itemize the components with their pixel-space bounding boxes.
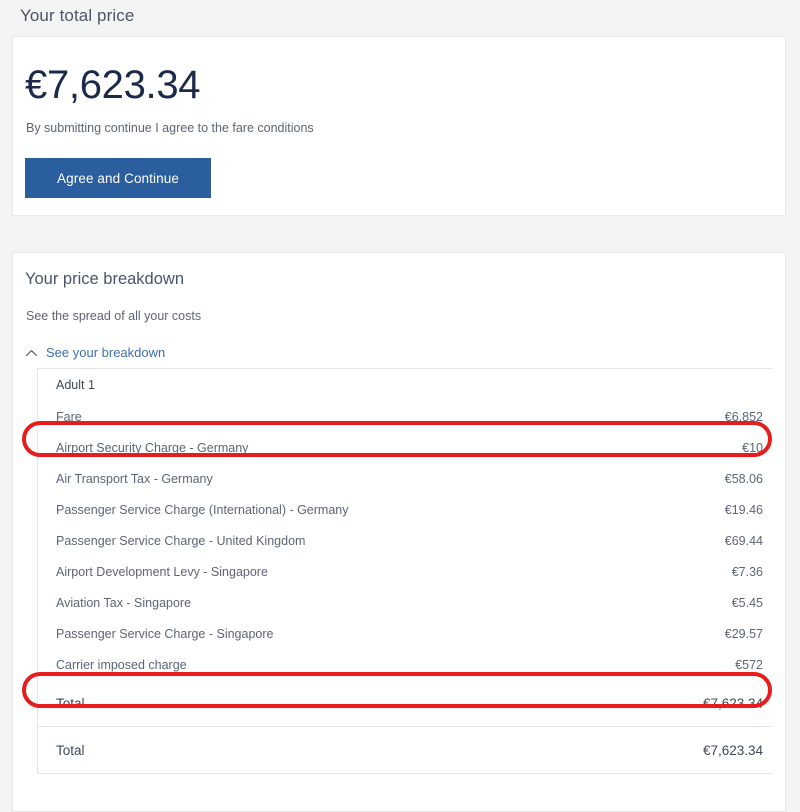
see-your-breakdown-label: See your breakdown: [46, 345, 166, 360]
breakdown-row-label: Passenger Service Charge - United Kingdo…: [56, 533, 306, 548]
breakdown-row: Airport Security Charge - Germany €10: [38, 432, 773, 463]
breakdown-row: Aviation Tax - Singapore €5.45: [38, 587, 773, 618]
breakdown-list: Adult 1 Fare €6,852 Airport Security Charge…: [37, 368, 773, 774]
breakdown-row-amount: €29.57: [724, 626, 763, 641]
breakdown-row-label: Passenger Service Charge - Singapore: [56, 626, 274, 641]
breakdown-row-label: Fare: [56, 409, 82, 424]
price-breakdown-card: Your price breakdown See the spread of a…: [12, 252, 786, 812]
total-price-amount: €7,623.34: [25, 63, 201, 107]
breakdown-row-label: Carrier imposed charge: [56, 657, 187, 672]
breakdown-row-amount: €69.44: [724, 533, 763, 548]
breakdown-row-amount: €7,623.34: [702, 695, 763, 711]
total-price-card: €7,623.34 By submitting continue I agree…: [12, 36, 786, 216]
page-title: Your total price: [20, 6, 135, 25]
breakdown-row-amount: €6,852: [724, 409, 763, 424]
breakdown-row-amount: €10: [742, 440, 763, 455]
breakdown-row: Carrier imposed charge €572: [38, 649, 773, 680]
breakdown-row-amount: €19.46: [724, 502, 763, 517]
breakdown-row: Fare €6,852: [38, 401, 773, 432]
breakdown-row: Air Transport Tax - Germany €58.06: [38, 463, 773, 494]
breakdown-row-label: Total: [56, 742, 85, 758]
breakdown-total-row: Total €7,623.34: [38, 727, 773, 774]
breakdown-row-amount: €58.06: [724, 471, 763, 486]
breakdown-row-amount: €572: [735, 657, 763, 672]
breakdown-row-label: Airport Development Levy - Singapore: [56, 564, 268, 579]
breakdown-row-label: Aviation Tax - Singapore: [56, 595, 192, 610]
breakdown-row-label: Airport Security Charge - Germany: [56, 440, 249, 455]
see-your-breakdown-toggle[interactable]: See your breakdown: [25, 345, 165, 360]
breakdown-row-amount: €5.45: [731, 595, 763, 610]
breakdown-row: Passenger Service Charge - Singapore €29.…: [38, 618, 773, 649]
breakdown-row-label: Total: [56, 695, 85, 711]
breakdown-row: Passenger Service Charge (International)…: [38, 494, 773, 525]
breakdown-row: Airport Development Levy - Singapore €7.3…: [38, 556, 773, 587]
breakdown-row-label: Air Transport Tax - Germany: [56, 471, 213, 486]
breakdown-row-label: Passenger Service Charge (International)…: [56, 502, 349, 517]
price-summary-page: Your total price €7,623.34 By submitting…: [0, 0, 800, 812]
breakdown-subtitle: See the spread of all your costs: [26, 309, 202, 323]
breakdown-title: Your price breakdown: [25, 270, 184, 288]
agree-and-continue-button[interactable]: Agree and Continue: [25, 158, 211, 198]
breakdown-row-amount: €7,623.34: [702, 742, 763, 758]
breakdown-row: Passenger Service Charge - United Kingdo…: [38, 525, 773, 556]
breakdown-row-label: Adult 1: [56, 378, 95, 392]
chevron-up-icon: [25, 347, 38, 360]
breakdown-total-row: Total €7,623.34: [38, 680, 773, 727]
breakdown-group-adult-1: Adult 1: [38, 368, 773, 401]
breakdown-row-amount: €7.36: [731, 564, 763, 579]
fare-conditions-text: By submitting continue I agree to the fa…: [26, 121, 314, 135]
